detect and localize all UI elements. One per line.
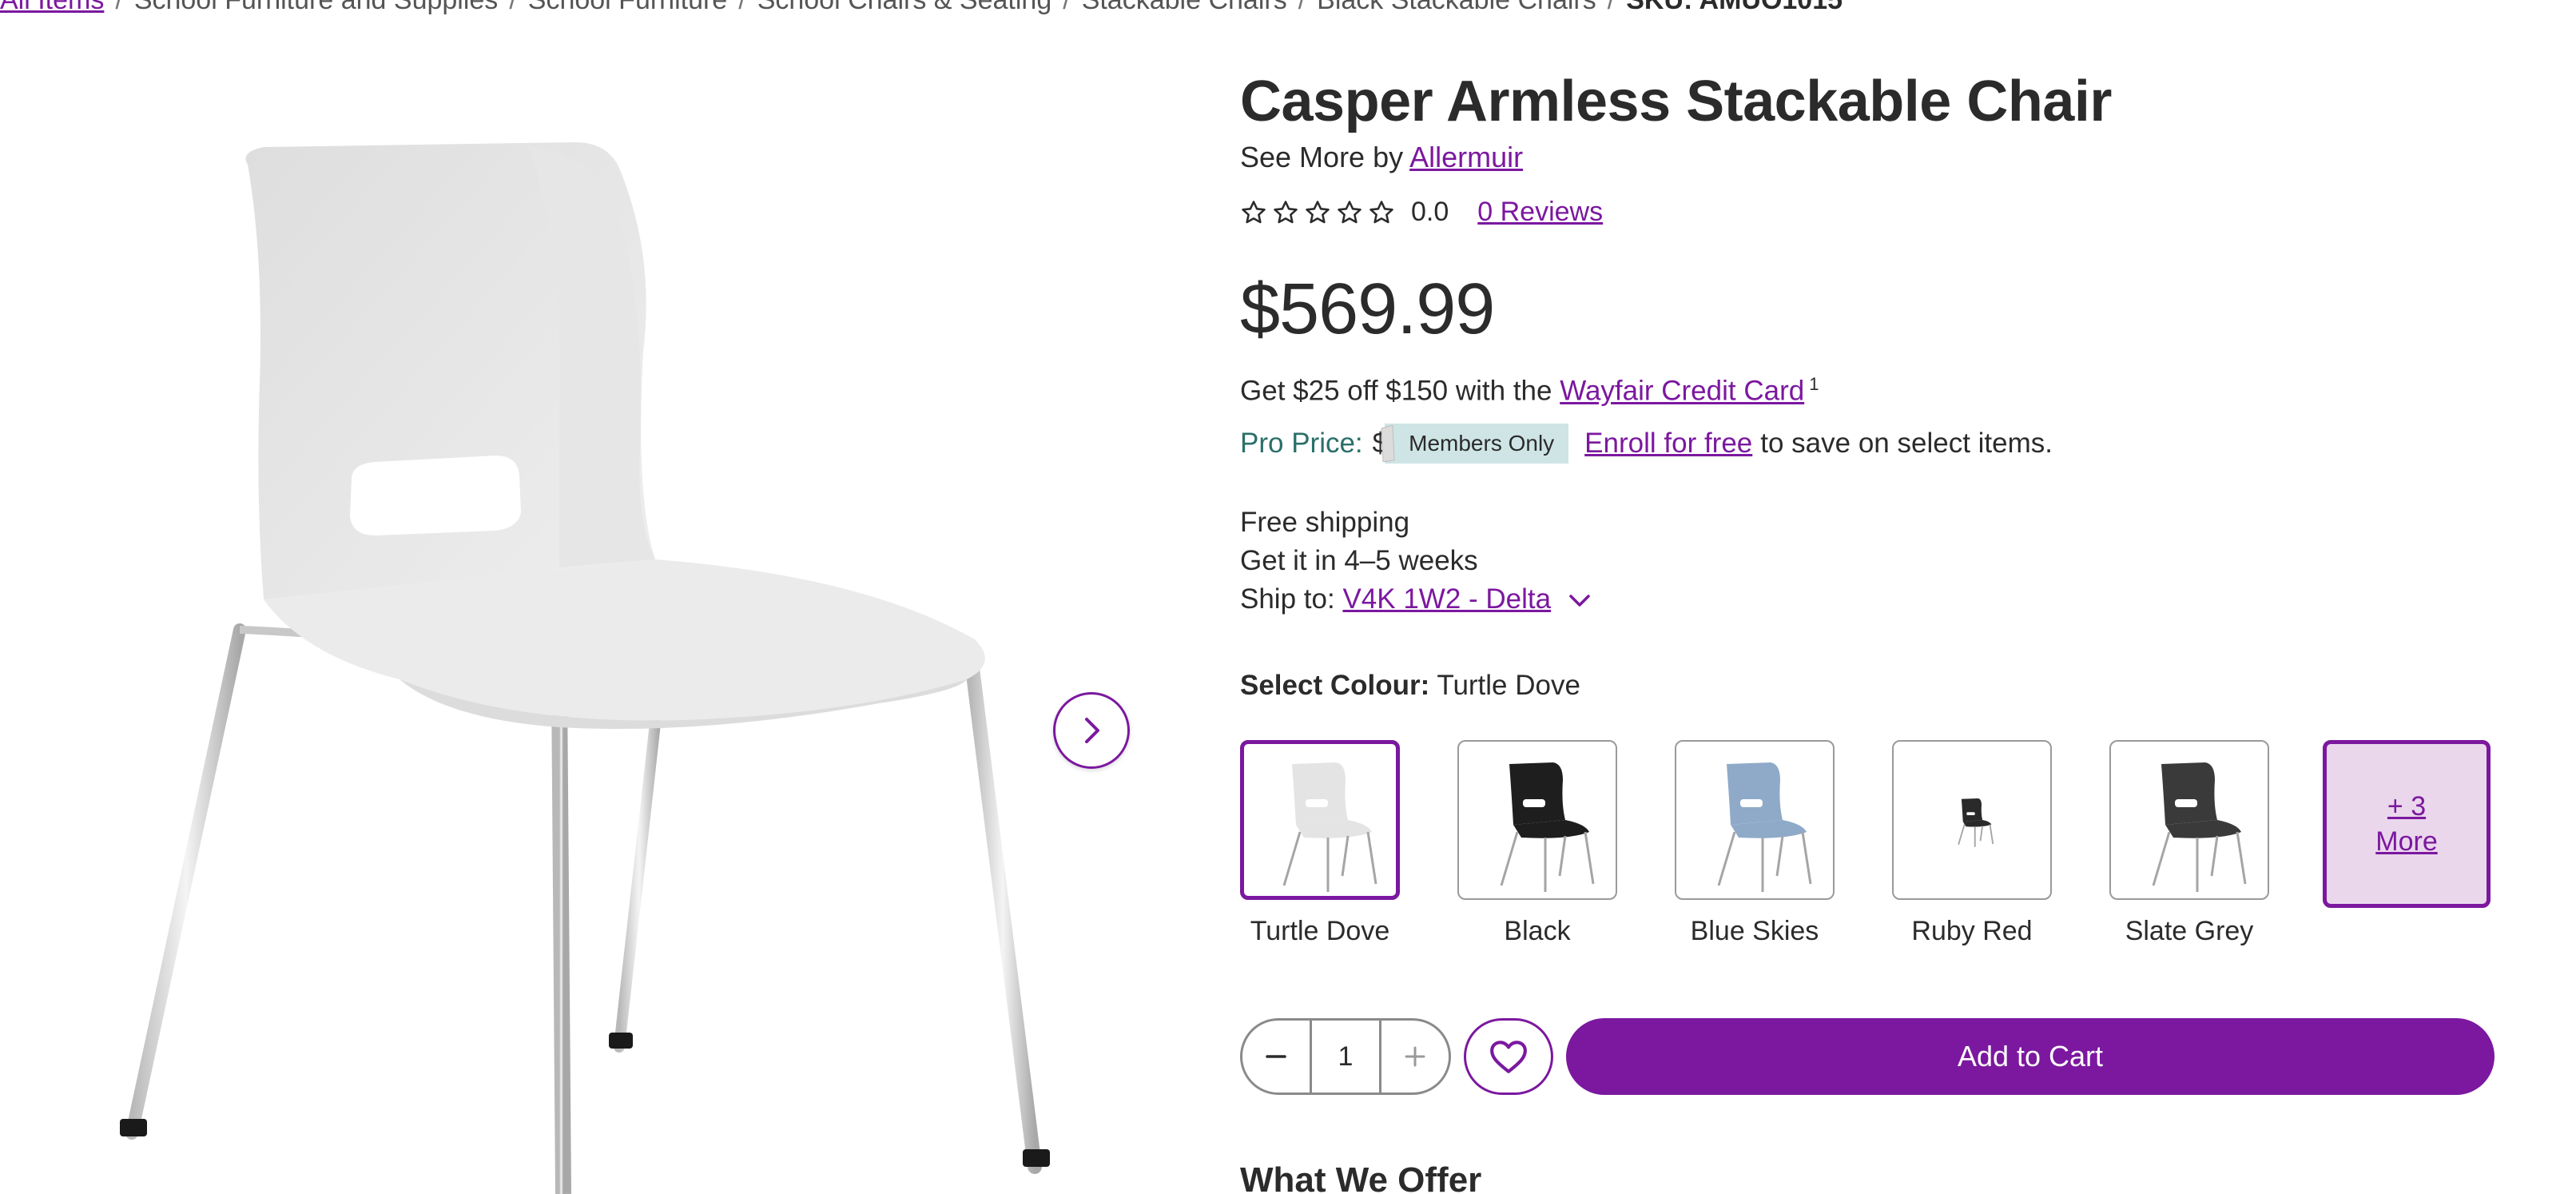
more-colours-count: + 3	[2387, 791, 2427, 822]
see-more-by: See More by Allermuir	[1240, 141, 1523, 174]
ship-to-location-link[interactable]: V4K 1W2 - Delta	[1342, 583, 1551, 615]
members-only-text: Members Only	[1409, 431, 1555, 456]
delivery-estimate: Get it in 4–5 weeks	[1240, 545, 1478, 576]
breadcrumb-separator: /	[115, 0, 122, 16]
more-colours-label: More	[2375, 826, 2438, 857]
star-empty-icon	[1369, 200, 1393, 223]
ship-to-label: Ship to:	[1240, 583, 1335, 615]
breadcrumb: All Items / School Furniture and Supplie…	[0, 0, 1843, 18]
credit-card-offer: Get $25 off $150 with the Wayfair Credit…	[1240, 374, 1819, 408]
enroll-link[interactable]: Enroll for free	[1584, 428, 1752, 460]
breadcrumb-item-stackable-chairs[interactable]: Stackable Chairs	[1082, 0, 1287, 16]
rating-value: 0.0	[1411, 197, 1449, 227]
what-we-offer-heading: What We Offer	[1240, 1160, 1482, 1194]
decrease-quantity-button[interactable]	[1242, 1021, 1310, 1093]
swatch-turtle-dove[interactable]: Turtle Dove	[1240, 740, 1400, 947]
star-empty-icon	[1338, 200, 1362, 223]
star-rating	[1240, 199, 1395, 226]
free-shipping: Free shipping	[1240, 507, 1410, 538]
brand-link[interactable]: Allermuir	[1409, 141, 1523, 173]
star-empty-icon	[1306, 200, 1330, 223]
breadcrumb-item-school-furniture-and-supplies[interactable]: School Furniture and Supplies	[134, 0, 499, 16]
more-colours-button[interactable]: + 3 More	[2323, 740, 2491, 947]
members-only-badge: Members Only	[1381, 424, 1569, 464]
pro-price-label: Pro Price:	[1240, 428, 1363, 459]
product-gallery	[0, 48, 1167, 1194]
product-price: $569.99	[1240, 269, 1495, 349]
swatch-label: Slate Grey	[2125, 916, 2254, 946]
swatch-image	[1240, 740, 1400, 900]
breadcrumb-sku: SKU: AMUO1015	[1626, 0, 1843, 16]
quantity-value[interactable]: 1	[1310, 1021, 1381, 1093]
minus-icon	[1266, 1055, 1286, 1058]
product-title: Casper Armless Stackable Chair	[1240, 70, 2112, 133]
next-image-button[interactable]	[1053, 692, 1130, 769]
select-colour-label: Select Colour:	[1240, 670, 1430, 701]
rating: 0.0 0 Reviews	[1240, 197, 1603, 228]
breadcrumb-item-school-chairs[interactable]: School Chairs & Seating	[757, 0, 1052, 16]
colour-swatches: Turtle Dove Black Blue Skies Ruby Red Sl…	[1240, 740, 2491, 947]
chair-thumbnail	[1717, 762, 1812, 892]
credit-card-link[interactable]: Wayfair Credit Card	[1560, 376, 1804, 407]
tag-icon	[1381, 425, 1395, 462]
swatch-ruby-red[interactable]: Ruby Red	[1892, 740, 2052, 947]
chair-thumbnail	[1500, 762, 1595, 892]
swatch-slate-grey[interactable]: Slate Grey	[2109, 740, 2269, 947]
breadcrumb-separator: /	[1298, 0, 1306, 16]
add-to-favorites-button[interactable]	[1464, 1018, 1553, 1095]
selected-colour: Turtle Dove	[1437, 670, 1580, 701]
swatch-label: Ruby Red	[1911, 916, 2033, 946]
more-colours-box[interactable]: + 3 More	[2323, 740, 2491, 908]
credit-offer-text: Get $25 off $150 with the	[1240, 375, 1552, 407]
swatch-blue-skies[interactable]: Blue Skies	[1675, 740, 1835, 947]
reviews-link[interactable]: 0 Reviews	[1477, 197, 1603, 228]
select-colour: Select Colour: Turtle Dove	[1240, 670, 1580, 702]
quantity-stepper: 1	[1240, 1018, 1451, 1095]
increase-quantity-button[interactable]	[1381, 1021, 1449, 1093]
see-more-prefix: See More by	[1240, 141, 1404, 173]
breadcrumb-item-all-items[interactable]: All Items	[0, 0, 104, 16]
heart-icon	[1490, 1041, 1527, 1073]
pro-price: Pro Price: $ Members Only Enroll for fre…	[1240, 424, 2053, 464]
chair-thumbnail	[2152, 762, 2247, 892]
swatch-label: Black	[1504, 916, 1571, 946]
chair-thumbnail	[1958, 798, 1994, 847]
swatch-image	[2109, 740, 2269, 900]
chevron-right-icon	[1085, 718, 1099, 743]
star-empty-icon	[1274, 200, 1298, 223]
swatch-black[interactable]: Black	[1457, 740, 1617, 947]
breadcrumb-separator: /	[509, 0, 516, 16]
ship-to: Ship to: V4K 1W2 - Delta	[1240, 580, 1591, 619]
product-image	[120, 142, 1050, 1194]
swatch-image	[1675, 740, 1835, 900]
swatch-image	[1457, 740, 1617, 900]
star-empty-icon	[1242, 200, 1266, 223]
swatch-label: Blue Skies	[1690, 916, 1819, 946]
add-to-cart-button[interactable]: Add to Cart	[1566, 1018, 2495, 1095]
shipping-info: Free shipping Get it in 4–5 weeks Ship t…	[1240, 503, 1591, 619]
plus-icon	[1405, 1046, 1425, 1067]
chair-thumbnail	[1282, 762, 1377, 892]
swatch-label: Turtle Dove	[1250, 916, 1390, 946]
swatch-image	[1892, 740, 2052, 900]
breadcrumb-separator: /	[738, 0, 745, 16]
breadcrumb-item-school-furniture[interactable]: School Furniture	[528, 0, 727, 16]
breadcrumb-separator: /	[1608, 0, 1615, 16]
chevron-down-icon[interactable]	[1568, 594, 1591, 608]
pro-price-suffix: to save on select items.	[1760, 428, 2053, 459]
breadcrumb-separator: /	[1063, 0, 1070, 16]
breadcrumb-item-black-stackable-chairs[interactable]: Black Stackable Chairs	[1317, 0, 1596, 16]
credit-footnote: 1	[1809, 374, 1819, 394]
